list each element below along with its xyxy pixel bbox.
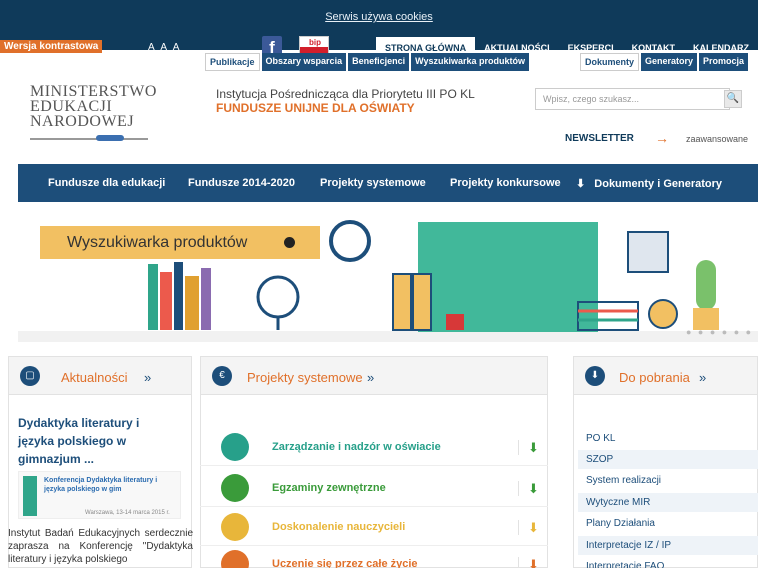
project-item[interactable]: Zarządzanie i nadzór w oświacie ⬇ (200, 428, 548, 466)
pen-illustration (23, 476, 37, 516)
logo-line-2: EDUKACJI (30, 98, 113, 115)
projects-title[interactable]: Projekty systemowe (247, 370, 363, 385)
downloads-title[interactable]: Do pobrania (619, 370, 690, 385)
hero-banner: Wyszukiwarka produktów ● ● ● ● ● ● (18, 202, 758, 342)
project-item[interactable]: Uczenie się przez całe życie ⬇ (200, 545, 548, 568)
tab-promotion[interactable]: Promocja (699, 53, 749, 71)
download-item[interactable]: PO KL (578, 429, 758, 448)
download-icon[interactable]: ⬇ (518, 520, 548, 535)
news-image[interactable]: Konferencja Dydaktyka literatury i język… (18, 471, 181, 519)
project-item[interactable]: Egzaminy zewnętrzne ⬇ (200, 469, 548, 507)
tab-publications[interactable]: Publikacje (205, 53, 260, 71)
logo-line-3: NARODOWEJ (30, 113, 135, 130)
download-icon[interactable]: ⬇ (518, 440, 548, 455)
cookies-link[interactable]: Serwis używa cookies (0, 11, 758, 23)
briefcase-icon (221, 433, 249, 461)
news-headline[interactable]: Dydaktyka literatury i języka polskiego … (18, 414, 168, 468)
mainnav-documents-label: Dokumenty i Generatory (594, 178, 723, 190)
contrast-version-button[interactable]: Wersja kontrastowa (0, 40, 103, 53)
carousel-dots[interactable]: ● ● ● ● ● ● (686, 327, 753, 337)
advanced-search-link[interactable]: zaawansowane (686, 134, 748, 144)
download-item[interactable]: Wytyczne MIR (578, 493, 758, 512)
main-nav: Fundusze dla edukacji Fundusze 2014-2020… (18, 164, 758, 202)
logo-line-1: MINISTERSTWO (30, 83, 157, 100)
chevron-right-icon[interactable]: » (144, 370, 151, 385)
logo-divider (30, 138, 148, 140)
news-icon: ▢ (20, 366, 40, 386)
project-label: Doskonalenie nauczycieli (272, 521, 406, 533)
project-label: Uczenie się przez całe życie (272, 558, 418, 568)
book-icon (221, 513, 249, 541)
arrow-right-icon: → (655, 130, 669, 146)
search-icon[interactable]: 🔍 (724, 90, 742, 108)
news-image-date: Warszawa, 13-14 marca 2015 r. (85, 510, 170, 516)
institution-text: Instytucja Pośrednicząca dla Priorytetu … (216, 87, 475, 101)
download-icon[interactable]: ⬇ (518, 481, 548, 496)
tab-documents[interactable]: Dokumenty (580, 53, 640, 71)
chevron-right-icon[interactable]: » (367, 370, 374, 385)
eye-icon (221, 474, 249, 502)
download-circle-icon: ⬇ (585, 366, 605, 386)
project-label: Egzaminy zewnętrzne (272, 482, 386, 494)
clock-icon (221, 550, 249, 568)
download-icon[interactable]: ⬇ (518, 557, 548, 568)
mainnav-funds-2014[interactable]: Fundusze 2014-2020 (188, 177, 295, 189)
ministry-logo[interactable]: MINISTERSTWO EDUKACJI NARODOWEJ (30, 83, 157, 130)
downloads-header: ⬇ Do pobrania » (574, 357, 757, 395)
projects-header: € Projekty systemowe » (201, 357, 547, 395)
chevron-right-icon[interactable]: » (699, 370, 706, 385)
tab-beneficiaries[interactable]: Beneficjenci (348, 53, 410, 71)
news-header: ▢ Aktualności » (9, 357, 191, 395)
project-label: Zarządzanie i nadzór w oświacie (272, 441, 441, 453)
projects-tabs: Publikacje Obszary wsparcia Beneficjenci… (205, 53, 529, 71)
download-item[interactable]: Interpretacje IZ / IP (578, 536, 758, 555)
download-item[interactable]: Interpretacje FAQ (578, 557, 758, 568)
newsletter-link[interactable]: NEWSLETTER (565, 133, 634, 144)
mainnav-system-projects[interactable]: Projekty systemowe (320, 177, 426, 189)
download-icon: ⬇ (576, 178, 586, 190)
mainnav-funds-education[interactable]: Fundusze dla edukacji (48, 177, 165, 189)
news-body: Instytut Badań Edukacyjnych serdecznie z… (8, 528, 193, 565)
funds-title: FUNDUSZE UNIJNE DLA OŚWIATY (216, 101, 415, 115)
search-input[interactable]: Wpisz, czego szukasz... (535, 88, 730, 110)
downloads-tabs: Dokumenty Generatory Promocja (580, 53, 749, 71)
mainnav-documents[interactable]: ⬇ Dokumenty i Generatory (576, 177, 722, 190)
euro-icon: € (212, 366, 232, 386)
download-item[interactable]: SZOP (578, 450, 758, 469)
news-image-caption: Konferencja Dydaktyka literatury i język… (44, 477, 158, 493)
font-size-switcher[interactable]: A A A (148, 42, 181, 53)
bip-label: bip (309, 38, 321, 47)
pen-icon (96, 135, 124, 141)
download-item[interactable]: System realizacji (578, 471, 758, 490)
tab-generators[interactable]: Generatory (641, 53, 698, 71)
news-title[interactable]: Aktualności (61, 370, 127, 385)
classroom-illustration (148, 231, 719, 331)
download-item[interactable]: Plany Działania (578, 514, 758, 533)
mainnav-competition-projects[interactable]: Projekty konkursowe (450, 177, 561, 189)
project-item[interactable]: Doskonalenie nauczycieli ⬇ (200, 508, 548, 546)
tab-product-search[interactable]: Wyszukiwarka produktów (411, 53, 529, 71)
tab-support-areas[interactable]: Obszary wsparcia (261, 53, 347, 71)
